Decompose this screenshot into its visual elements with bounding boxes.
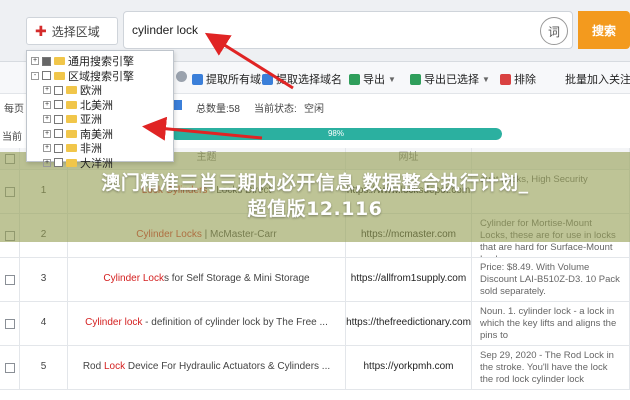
extract-selected-domains-button[interactable]: 提取选择域名 [262, 71, 342, 87]
expand-toggle-icon[interactable]: + [43, 158, 51, 167]
region-tree-item[interactable]: - 区域搜索引擎 [31, 69, 169, 84]
region-tree-item[interactable]: + 非洲 [31, 141, 169, 156]
state-value: 空闲 [304, 104, 324, 115]
total-count: 总数量:58 [196, 104, 240, 115]
export-label: 导出 [363, 74, 385, 86]
expand-toggle-icon[interactable]: + [43, 144, 51, 153]
export-selected-button[interactable]: 导出已选择 ▼ [410, 71, 490, 87]
region-tree-item[interactable]: + 大洋洲 [31, 156, 169, 171]
expand-toggle-icon[interactable]: + [31, 57, 39, 66]
table-row[interactable]: 3 Cylinder Locks for Self Storage & Mini … [0, 258, 630, 302]
per-page-label: 每页 [4, 104, 24, 115]
extract-all-domains-button[interactable] [176, 71, 187, 82]
export-selected-label: 导出已选择 [424, 74, 479, 86]
title-suffix: - definition of cylinder lock by The Fre… [142, 317, 328, 329]
expand-toggle-icon[interactable]: + [43, 86, 51, 95]
result-description: Price: $8.49. With Volume Discount LAI-B… [472, 258, 630, 301]
title-highlight: Cylinder Lock [103, 273, 164, 285]
extract-all-domains-button[interactable]: 提取所有域名 [192, 71, 272, 87]
search-input-value: cylinder lock [132, 23, 199, 37]
row-number: 3 [20, 258, 68, 301]
title-prefix: Rod [82, 361, 104, 373]
checkbox-icon[interactable] [42, 71, 51, 81]
checkbox-icon [4, 318, 15, 329]
folder-icon [54, 57, 65, 66]
progress-text: 98% [327, 129, 344, 138]
row-checkbox-cell[interactable] [0, 258, 20, 301]
row-checkbox-cell[interactable] [0, 346, 20, 389]
select-region-label: 选择区域 [51, 24, 100, 39]
folder-icon [66, 158, 77, 167]
state-label: 当前状态: [254, 104, 297, 115]
chevron-down-icon: ▼ [388, 74, 396, 84]
export-selected-icon [410, 73, 421, 85]
region-tree-item[interactable]: + 欧洲 [31, 83, 169, 98]
export-button[interactable]: 导出 ▼ [349, 71, 396, 87]
row-number: 4 [20, 302, 68, 345]
select-region-button[interactable]: ✚ 选择区域 [26, 17, 118, 45]
region-tree-item[interactable]: + 南美洲 [31, 127, 169, 142]
expand-toggle-icon[interactable]: + [43, 100, 51, 109]
checkbox-icon[interactable] [42, 56, 51, 66]
checkbox-icon[interactable] [54, 100, 63, 110]
checkbox-icon[interactable] [54, 85, 63, 95]
folder-icon [66, 129, 77, 138]
title-highlight: Lock [103, 361, 126, 373]
extract-selected-domains-label: 提取选择域名 [276, 74, 342, 86]
folder-icon [66, 100, 77, 109]
result-description: Noun. 1. cylinder lock - a lock in which… [472, 302, 630, 345]
folder-icon [54, 71, 65, 80]
result-url[interactable]: https://yorkpmh.com [346, 346, 472, 389]
region-tree-label: 大洋洲 [80, 157, 113, 170]
expand-toggle-icon[interactable]: + [43, 115, 51, 124]
table-row[interactable]: 5 Rod Lock Device For Hydraulic Actuators… [0, 346, 630, 390]
result-title-link[interactable]: Cylinder lock - definition of cylinder l… [68, 302, 346, 345]
expand-toggle-icon[interactable]: + [43, 129, 51, 138]
export-icon [349, 73, 360, 85]
result-description: Sep 29, 2020 - The Rod Lock in the strok… [472, 346, 630, 389]
row-number: 5 [20, 346, 68, 389]
checkbox-icon [4, 362, 15, 373]
folder-icon [66, 115, 77, 124]
banner-line-2: 超值版12.116 [247, 198, 383, 220]
title-highlight: Cylinder lock [85, 317, 143, 329]
expand-toggle-icon[interactable]: - [31, 71, 39, 80]
current-label: 当前 [2, 132, 22, 143]
folder-icon [66, 86, 77, 95]
row-checkbox-cell[interactable] [0, 302, 20, 345]
checkbox-icon[interactable] [54, 114, 63, 124]
exclude-label: 排除 [514, 74, 536, 86]
table-row[interactable]: 4 Cylinder lock - definition of cylinder … [0, 302, 630, 346]
region-tree-item[interactable]: + 亚洲 [31, 112, 169, 127]
refresh-icon [192, 73, 203, 85]
banner-line-1: 澳门精准三肖三期内必开信息,数据整合执行计划_ [101, 172, 529, 195]
checkbox-icon [4, 274, 15, 285]
result-title-link[interactable]: Rod Lock Device For Hydraulic Actuators … [68, 346, 346, 389]
batch-follow-label: 批量加入关注 [565, 74, 630, 86]
progress-bar: 98% [170, 128, 502, 140]
batch-follow-button[interactable]: 批量加入关注 [565, 71, 630, 87]
result-url[interactable]: https://thefreedictionary.com [346, 302, 472, 345]
result-url[interactable]: https://allfrom1supply.com [346, 258, 472, 301]
chevron-down-icon: ▼ [482, 74, 490, 84]
checkbox-icon[interactable] [54, 143, 63, 153]
region-tree-item[interactable]: + 北美洲 [31, 98, 169, 113]
search-small-icon [176, 71, 187, 82]
checkbox-icon[interactable] [54, 129, 63, 139]
plus-icon: ✚ [35, 23, 47, 39]
title-suffix: Device For Hydraulic Actuators & Cylinde… [125, 361, 331, 373]
result-title-link[interactable]: Cylinder Locks for Self Storage & Mini S… [68, 258, 346, 301]
search-button[interactable]: 搜索 [578, 11, 630, 49]
extract-icon [262, 73, 273, 85]
word-button[interactable]: 词 [540, 17, 568, 45]
checkbox-icon[interactable] [54, 158, 63, 168]
exclude-button[interactable]: 排除 [500, 71, 536, 87]
region-tree-item[interactable]: + 通用搜索引擎 [31, 54, 169, 69]
folder-icon [66, 144, 77, 153]
title-suffix: s for Self Storage & Mini Storage [163, 273, 310, 285]
region-dropdown: + 通用搜索引擎 - 区域搜索引擎 + 欧洲 + 北美洲 + 亚洲 + 南美洲 + 非洲 + 大洋洲 [26, 50, 174, 170]
search-input[interactable]: cylinder lock [123, 11, 573, 49]
exclude-icon [500, 73, 511, 85]
